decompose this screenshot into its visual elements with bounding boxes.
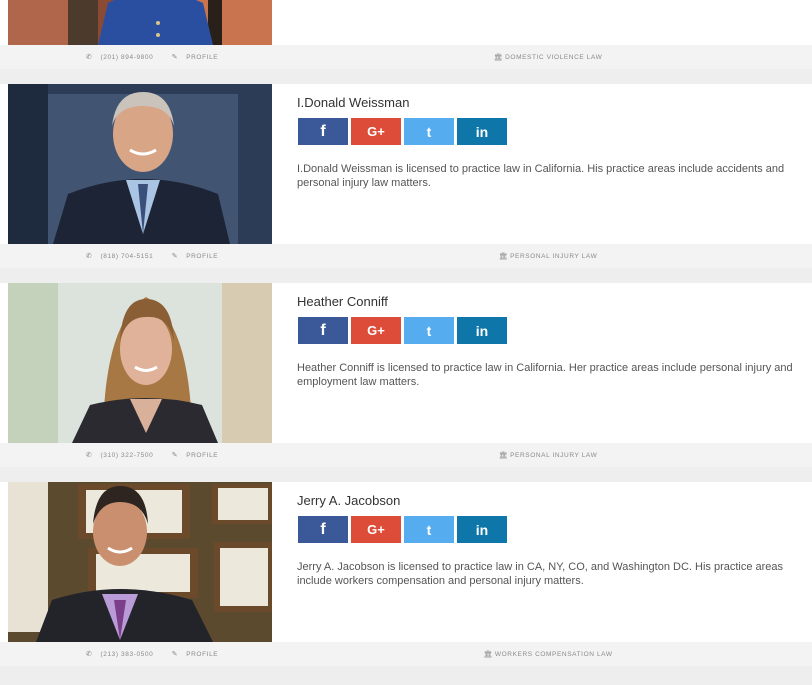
attorney-name[interactable]: Heather Conniff (297, 294, 388, 309)
profile-link[interactable]: ✎ PROFILE (172, 54, 226, 61)
practice-area-link[interactable]: 🏛 DOMESTIC VIOLENCE LAW (272, 53, 812, 61)
attorney-card: ✆ (201) 894-9800 ✎ PROFILE 🏛 DOMESTIC VIOLE… (0, 0, 812, 69)
googleplus-share-button[interactable]: G+ (351, 516, 401, 543)
contact-links: ✆ (310) 322-7500 ✎ PROFILE (86, 451, 234, 459)
card-footer: ✆ (201) 894-9800 ✎ PROFILE 🏛 DOMESTIC VIOLE… (0, 45, 812, 69)
pencil-icon: ✎ (171, 452, 179, 459)
googleplus-icon: G+ (367, 323, 385, 338)
googleplus-share-button[interactable]: G+ (351, 118, 401, 145)
courthouse-icon: 🏛 (493, 54, 504, 61)
twitter-icon: t (426, 322, 432, 339)
social-share-bar: f G+ t in (298, 317, 507, 344)
practice-area-link[interactable]: 🏛 WORKERS COMPENSATION LAW (272, 650, 812, 658)
contact-links: ✆ (213) 383-0500 ✎ PROFILE (86, 650, 234, 658)
googleplus-icon: G+ (367, 522, 385, 537)
twitter-icon: t (426, 521, 432, 538)
phone-link[interactable]: ✆ (310) 322-7500 (86, 452, 161, 459)
phone-link[interactable]: ✆ (213) 383-0500 (86, 651, 161, 658)
contact-links: ✆ (201) 894-9800 ✎ PROFILE (86, 53, 234, 61)
card-footer: ✆ (213) 383-0500 ✎ PROFILE 🏛 WORKERS COMPEN… (0, 642, 812, 666)
linkedin-icon: in (475, 521, 489, 538)
facebook-share-button[interactable]: f (298, 516, 348, 543)
card-footer: ✆ (818) 704-5151 ✎ PROFILE 🏛 PERSONAL INJUR… (0, 244, 812, 268)
twitter-share-button[interactable]: t (404, 317, 454, 344)
googleplus-share-button[interactable]: G+ (351, 317, 401, 344)
facebook-icon: f (320, 520, 326, 538)
practice-area-link[interactable]: 🏛 PERSONAL INJURY LAW (272, 451, 812, 459)
phone-icon: ✆ (86, 253, 93, 260)
attorney-photo[interactable] (8, 84, 272, 244)
facebook-icon: f (320, 122, 326, 140)
profile-link[interactable]: ✎ PROFILE (172, 452, 226, 459)
contact-links: ✆ (818) 704-5151 ✎ PROFILE (86, 252, 234, 260)
attorney-card: I.Donald Weissman f G+ t in I.Donald Wei… (0, 84, 812, 268)
pencil-icon: ✎ (171, 651, 179, 658)
phone-link[interactable]: ✆ (818) 704-5151 (86, 253, 161, 260)
attorney-photo[interactable] (8, 0, 272, 45)
courthouse-icon: 🏛 (498, 253, 509, 260)
phone-icon: ✆ (86, 651, 93, 658)
profile-link[interactable]: ✎ PROFILE (172, 253, 226, 260)
pencil-icon: ✎ (171, 253, 179, 260)
facebook-share-button[interactable]: f (298, 317, 348, 344)
facebook-share-button[interactable]: f (298, 118, 348, 145)
social-share-bar: f G+ t in (298, 516, 507, 543)
googleplus-icon: G+ (367, 124, 385, 139)
attorney-photo[interactable] (8, 283, 272, 443)
attorney-name[interactable]: I.Donald Weissman (297, 95, 409, 110)
phone-icon: ✆ (86, 452, 93, 459)
attorney-bio: I.Donald Weissman is licensed to practic… (297, 163, 785, 189)
attorney-bio: Jerry A. Jacobson is licensed to practic… (297, 561, 784, 587)
attorney-card: Jerry A. Jacobson f G+ t in Jerry A. Jac… (0, 482, 812, 666)
social-share-bar: f G+ t in (298, 118, 507, 145)
profile-link[interactable]: ✎ PROFILE (172, 651, 226, 658)
courthouse-icon: 🏛 (498, 452, 509, 459)
twitter-share-button[interactable]: t (404, 118, 454, 145)
attorney-bio: Heather Conniff is licensed to practice … (297, 362, 793, 388)
linkedin-share-button[interactable]: in (457, 118, 507, 145)
practice-area-link[interactable]: 🏛 PERSONAL INJURY LAW (272, 252, 812, 260)
courthouse-icon: 🏛 (483, 651, 493, 658)
attorney-photo[interactable] (8, 482, 272, 642)
facebook-icon: f (320, 321, 326, 339)
pencil-icon: ✎ (171, 54, 179, 61)
twitter-icon: t (426, 123, 432, 140)
attorney-card: Heather Conniff f G+ t in Heather Connif… (0, 283, 812, 467)
linkedin-share-button[interactable]: in (457, 516, 507, 543)
linkedin-share-button[interactable]: in (457, 317, 507, 344)
card-footer: ✆ (310) 322-7500 ✎ PROFILE 🏛 PERSONAL INJUR… (0, 443, 812, 467)
twitter-share-button[interactable]: t (404, 516, 454, 543)
linkedin-icon: in (475, 123, 489, 140)
attorney-listing: ✆ (201) 894-9800 ✎ PROFILE 🏛 DOMESTIC VIOLE… (0, 0, 812, 685)
attorney-name[interactable]: Jerry A. Jacobson (297, 493, 400, 508)
linkedin-icon: in (475, 322, 489, 339)
phone-link[interactable]: ✆ (201) 894-9800 (86, 54, 161, 61)
phone-icon: ✆ (86, 54, 93, 61)
